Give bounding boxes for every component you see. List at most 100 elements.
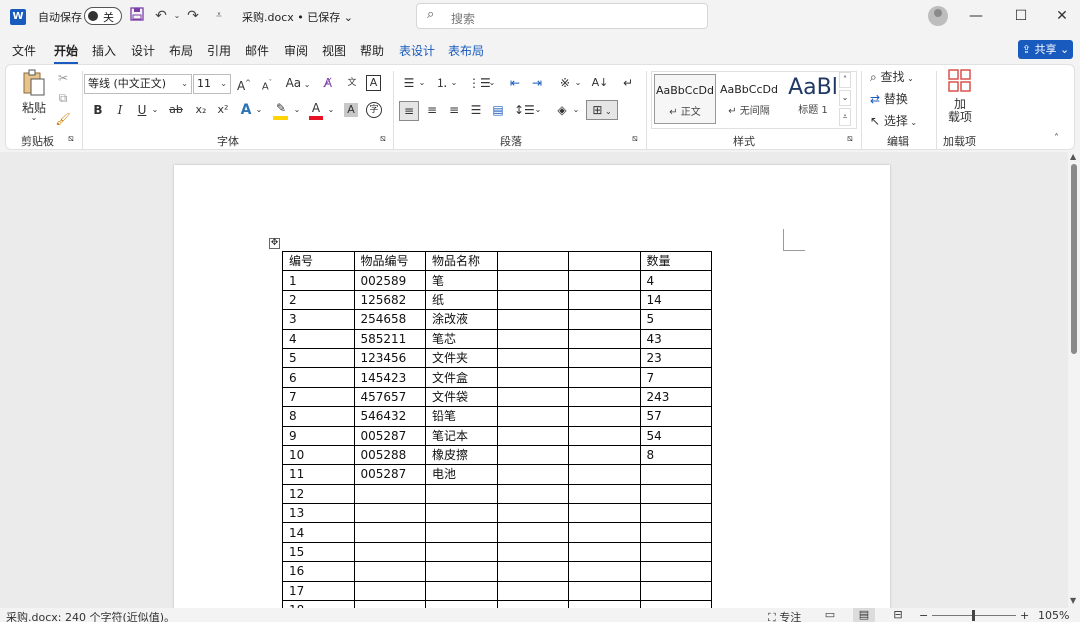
table-cell[interactable]: 文件夹 xyxy=(425,347,498,369)
underline-button[interactable]: U xyxy=(134,101,150,119)
table-cell[interactable]: 4 xyxy=(282,328,355,349)
chevron-down-icon[interactable]: ⌄ xyxy=(574,74,582,92)
print-layout-icon[interactable]: ▤ xyxy=(853,608,875,622)
numbering-icon[interactable]: ⒈ xyxy=(432,74,452,92)
table-cell[interactable]: 纸 xyxy=(425,289,498,311)
styles-scroll-down-icon[interactable]: ⌄ xyxy=(839,90,851,106)
table-cell[interactable] xyxy=(496,444,569,466)
replace-button[interactable]: ⇄ 替换 xyxy=(870,90,930,108)
search-input[interactable]: ⌕ 搜索 xyxy=(416,3,708,29)
focus-button[interactable]: ⛶ 专注 xyxy=(768,609,801,622)
table-cell[interactable] xyxy=(496,250,569,272)
table-cell[interactable] xyxy=(639,503,712,524)
maximize-icon[interactable]: ☐ xyxy=(1006,6,1036,26)
tab-home[interactable]: 开始 xyxy=(54,42,79,64)
table-cell[interactable]: 笔芯 xyxy=(425,328,498,349)
table-cell[interactable]: 43 xyxy=(639,328,712,349)
table-cell[interactable] xyxy=(496,561,569,582)
superscript-button[interactable]: x² xyxy=(214,101,232,119)
table-cell[interactable] xyxy=(425,561,498,582)
table-cell[interactable] xyxy=(568,600,641,608)
table-cell[interactable]: 125682 xyxy=(353,289,426,311)
table-cell[interactable] xyxy=(568,406,641,427)
find-button[interactable]: ⌕ 查找 ⌄ xyxy=(870,68,930,88)
table-cell[interactable] xyxy=(568,250,641,272)
table-cell[interactable]: 16 xyxy=(282,561,355,582)
tab-help[interactable]: 帮助 xyxy=(360,42,384,59)
tab-mailings[interactable]: 邮件 xyxy=(245,42,269,59)
tab-layout[interactable]: 布局 xyxy=(169,42,193,59)
style-no-spacing[interactable]: AaBbCcDd ↵ 无间隔 xyxy=(718,74,780,124)
font-size-select[interactable]: 11 ⌄ xyxy=(193,74,231,94)
table-cell[interactable] xyxy=(568,425,641,446)
shading-icon[interactable]: ◈ xyxy=(552,101,572,119)
table-cell[interactable] xyxy=(353,522,426,543)
zoom-out-icon[interactable]: − xyxy=(919,609,928,622)
chevron-down-icon[interactable]: ⌄ xyxy=(326,101,336,119)
table-cell[interactable]: 1 xyxy=(282,270,355,291)
table-cell[interactable] xyxy=(568,580,641,602)
grow-font-button[interactable]: A^ xyxy=(235,74,253,95)
chevron-down-icon[interactable]: ⌄ xyxy=(488,74,496,92)
scroll-down-icon[interactable]: ▼ xyxy=(1070,596,1076,605)
tab-file[interactable]: 文件 xyxy=(12,42,36,59)
table-cell[interactable]: 文件盒 xyxy=(425,367,498,388)
table-cell[interactable]: 8 xyxy=(639,444,712,466)
table-cell[interactable]: 7 xyxy=(282,386,355,408)
table-cell[interactable]: 457657 xyxy=(353,386,426,408)
style-normal[interactable]: AaBbCcDd ↵ 正文 xyxy=(654,74,716,124)
font-launcher-icon[interactable]: ⧅ xyxy=(380,133,386,145)
tab-review[interactable]: 审阅 xyxy=(284,42,308,59)
share-button[interactable]: ⇪ 共享 ⌄ xyxy=(1018,40,1073,59)
table-move-handle-icon[interactable]: ✥ xyxy=(269,238,280,249)
copy-icon[interactable]: ⧉ xyxy=(55,89,71,107)
tab-design[interactable]: 设计 xyxy=(131,42,155,59)
document-area[interactable]: ✥ 编号 物品编号 物品名称 数量 1 002589 笔 4 2 125682 纸 14 3 254658… xyxy=(0,152,1068,608)
table-cell[interactable] xyxy=(353,541,426,563)
table-cell[interactable]: 12 xyxy=(282,483,355,505)
table-cell[interactable] xyxy=(568,503,641,524)
table-cell[interactable] xyxy=(496,367,569,388)
table-cell[interactable] xyxy=(496,406,569,427)
bullets-icon[interactable]: ☰ xyxy=(399,74,419,92)
table-cell[interactable]: 8 xyxy=(282,406,355,427)
table-cell[interactable]: 23 xyxy=(639,347,712,369)
table-cell[interactable] xyxy=(496,270,569,291)
style-heading-1[interactable]: AaBl 标题 1 xyxy=(782,74,844,124)
styles-launcher-icon[interactable]: ⧅ xyxy=(847,133,853,145)
avatar[interactable] xyxy=(928,6,948,26)
chevron-down-icon[interactable]: ⌄ xyxy=(254,101,264,119)
table-cell[interactable]: 57 xyxy=(639,406,712,427)
table-cell[interactable] xyxy=(496,522,569,543)
table-cell[interactable] xyxy=(353,580,426,602)
table-cell[interactable] xyxy=(425,483,498,505)
table-cell[interactable] xyxy=(496,347,569,369)
tab-insert[interactable]: 插入 xyxy=(92,42,116,59)
chevron-down-icon[interactable]: ⌄ xyxy=(292,101,302,119)
table-cell[interactable]: 数量 xyxy=(639,250,712,272)
italic-button[interactable]: I xyxy=(112,101,128,119)
table-cell[interactable] xyxy=(639,580,712,602)
bold-button[interactable]: B xyxy=(90,101,106,119)
table-cell[interactable]: 18 xyxy=(282,600,355,608)
justify-icon[interactable]: ☰ xyxy=(466,101,486,119)
table-cell[interactable] xyxy=(496,425,569,446)
table-cell[interactable]: 2 xyxy=(282,289,355,311)
table-cell[interactable]: 13 xyxy=(282,503,355,524)
text-effects-button[interactable]: A xyxy=(238,101,254,119)
table-cell[interactable] xyxy=(639,561,712,582)
borders-button[interactable]: ⊞ ⌄ xyxy=(586,100,618,120)
table-cell[interactable]: 5 xyxy=(639,309,712,330)
table-cell[interactable]: 546432 xyxy=(353,406,426,427)
table-cell[interactable] xyxy=(568,289,641,311)
doc-title[interactable]: 采购.docx • 已保存 ⌄ xyxy=(242,9,353,25)
minimize-icon[interactable]: — xyxy=(961,6,991,26)
scroll-up-icon[interactable]: ▲ xyxy=(1070,152,1076,161)
save-icon[interactable] xyxy=(128,7,146,25)
table-cell[interactable] xyxy=(353,561,426,582)
data-table[interactable]: 编号 物品编号 物品名称 数量 1 002589 笔 4 2 125682 纸 14 3 254658 涂改… xyxy=(282,250,712,608)
table-cell[interactable]: 002589 xyxy=(353,270,426,291)
decrease-indent-icon[interactable]: ⇤ xyxy=(506,74,524,92)
table-cell[interactable]: 涂改液 xyxy=(425,309,498,330)
align-center-icon[interactable]: ≡ xyxy=(422,101,442,119)
